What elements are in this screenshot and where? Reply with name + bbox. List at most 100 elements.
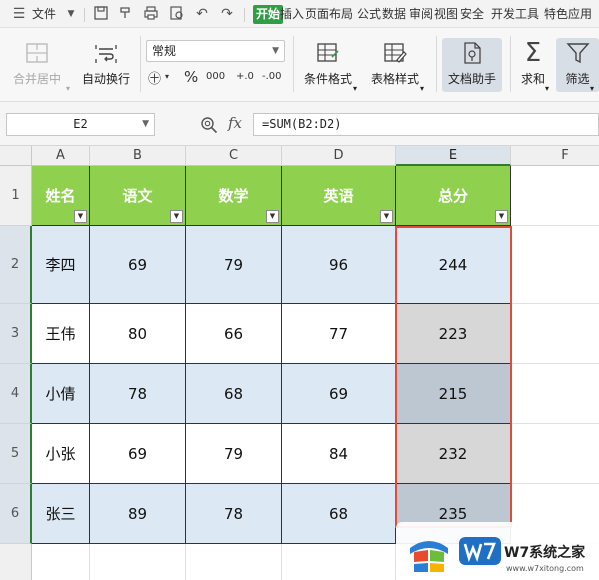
w7-badge-icon (459, 537, 501, 565)
header-cell[interactable]: 姓名 ▼ (32, 166, 90, 226)
tab-review[interactable]: 审阅 (409, 4, 433, 24)
column-header-e[interactable]: E (396, 146, 511, 166)
filter-button[interactable]: 筛选 (556, 40, 599, 87)
thousands-separator-button[interactable]: 000 (206, 71, 225, 82)
score-cell[interactable]: 69 (282, 364, 396, 424)
increase-decimal-button[interactable]: +.0 (236, 71, 254, 82)
merge-center-button[interactable]: 合并居中 ▾ (6, 40, 70, 93)
column-header-f[interactable]: F (511, 146, 599, 166)
header-cell[interactable]: 英语 ▼ (282, 166, 396, 226)
score-cell[interactable]: 66 (186, 304, 282, 364)
score-cell[interactable]: 69 (90, 424, 186, 484)
filter-dropdown-icon[interactable]: ▼ (495, 210, 508, 223)
tab-security[interactable]: 安全 (460, 4, 484, 24)
print-preview-icon[interactable] (168, 5, 186, 23)
currency-icon[interactable]: ㊉ (148, 68, 161, 87)
conditional-format-button[interactable]: 条件格式 (298, 40, 358, 87)
filter-dropdown-icon[interactable]: ▼ (170, 210, 183, 223)
percent-button[interactable]: % (184, 68, 198, 86)
format-painter-icon[interactable] (117, 5, 135, 23)
column-header-b[interactable]: B (90, 146, 186, 166)
tab-data[interactable]: 数据 (382, 4, 406, 24)
row-header-1[interactable]: 1 (0, 166, 32, 226)
score-cell[interactable]: 89 (90, 484, 186, 544)
sum-button[interactable]: Σ 求和 (512, 40, 554, 87)
row-header-2[interactable]: 2 (0, 226, 32, 304)
name-cell[interactable]: 小倩 (32, 364, 90, 424)
chevron-down-icon[interactable]: ▼ (142, 114, 149, 135)
tab-view[interactable]: 视图 (434, 4, 458, 24)
column-header-c[interactable]: C (186, 146, 282, 166)
column-header-a[interactable]: A (32, 146, 90, 166)
header-cell[interactable]: 总分 ▼ (396, 166, 511, 226)
header-cell[interactable]: 数学 ▼ (186, 166, 282, 226)
score-cell[interactable]: 68 (186, 364, 282, 424)
formula-input[interactable]: =SUM(B2:D2) (253, 113, 599, 136)
empty-cell[interactable] (511, 226, 599, 304)
wrap-text-button[interactable]: 自动换行 (78, 40, 134, 87)
print-icon[interactable] (142, 5, 160, 23)
decrease-decimal-button[interactable]: -.00 (262, 71, 282, 82)
number-format-select[interactable]: 常规 ▼ (146, 40, 285, 62)
chevron-down-icon[interactable]: ▾ (420, 84, 424, 93)
redo-icon[interactable]: ↷ (218, 5, 236, 23)
score-cell[interactable]: 78 (186, 484, 282, 544)
name-cell[interactable]: 小张 (32, 424, 90, 484)
name-cell[interactable]: 张三 (32, 484, 90, 544)
undo-icon[interactable]: ↶ (193, 5, 211, 23)
total-cell[interactable]: 215 (396, 364, 511, 424)
tab-formulas[interactable]: 公式 (357, 4, 381, 24)
tab-developer[interactable]: 开发工具 (491, 4, 539, 24)
score-cell[interactable]: 79 (186, 226, 282, 304)
score-cell[interactable]: 69 (90, 226, 186, 304)
empty-cell[interactable] (511, 424, 599, 484)
total-cell[interactable]: 244 (396, 226, 511, 304)
tab-page-layout[interactable]: 页面布局 (305, 4, 353, 24)
score-cell[interactable]: 77 (282, 304, 396, 364)
name-cell[interactable]: 王伟 (32, 304, 90, 364)
chevron-down-icon[interactable]: ▾ (590, 84, 594, 93)
chevron-down-icon[interactable]: ▾ (353, 84, 357, 93)
tab-features[interactable]: 特色应用 (544, 4, 592, 24)
zoom-icon[interactable] (200, 116, 218, 134)
score-cell[interactable]: 68 (282, 484, 396, 544)
empty-cell[interactable] (511, 166, 599, 226)
name-cell[interactable]: 李四 (32, 226, 90, 304)
chevron-down-icon[interactable]: ▼ (62, 5, 80, 23)
name-box[interactable]: E2 ▼ (6, 113, 155, 136)
insert-function-button[interactable]: fx (228, 114, 242, 132)
column-header-d[interactable]: D (282, 146, 396, 166)
empty-cell[interactable] (90, 544, 186, 580)
score-cell[interactable]: 96 (282, 226, 396, 304)
tab-insert[interactable]: 插入 (280, 4, 304, 24)
tab-home[interactable]: 开始 (253, 5, 284, 24)
filter-dropdown-icon[interactable]: ▼ (266, 210, 279, 223)
chevron-down-icon[interactable]: ▾ (545, 84, 549, 93)
filter-dropdown-icon[interactable]: ▼ (74, 210, 87, 223)
select-all-corner[interactable] (0, 146, 32, 166)
row-header-3[interactable]: 3 (0, 304, 32, 364)
empty-cell[interactable] (511, 364, 599, 424)
row-header-6[interactable]: 6 (0, 484, 32, 544)
empty-cell[interactable] (186, 544, 282, 580)
chevron-down-icon[interactable]: ▾ (165, 72, 169, 81)
score-cell[interactable]: 84 (282, 424, 396, 484)
score-cell[interactable]: 80 (90, 304, 186, 364)
header-cell[interactable]: 语文 ▼ (90, 166, 186, 226)
filter-dropdown-icon[interactable]: ▼ (380, 210, 393, 223)
score-cell[interactable]: 79 (186, 424, 282, 484)
empty-cell[interactable] (511, 304, 599, 364)
empty-cell[interactable] (282, 544, 396, 580)
row-header-empty[interactable] (0, 544, 32, 580)
table-style-button[interactable]: 表格样式 (366, 40, 424, 87)
file-menu[interactable]: 文件 (32, 4, 56, 24)
total-cell[interactable]: 232 (396, 424, 511, 484)
save-icon[interactable] (92, 5, 110, 23)
doc-helper-button[interactable]: 文档助手 (442, 40, 502, 87)
total-cell[interactable]: 223 (396, 304, 511, 364)
empty-cell[interactable] (32, 544, 90, 580)
hamburger-menu-icon[interactable]: ☰ (10, 5, 28, 23)
row-header-4[interactable]: 4 (0, 364, 32, 424)
score-cell[interactable]: 78 (90, 364, 186, 424)
row-header-5[interactable]: 5 (0, 424, 32, 484)
